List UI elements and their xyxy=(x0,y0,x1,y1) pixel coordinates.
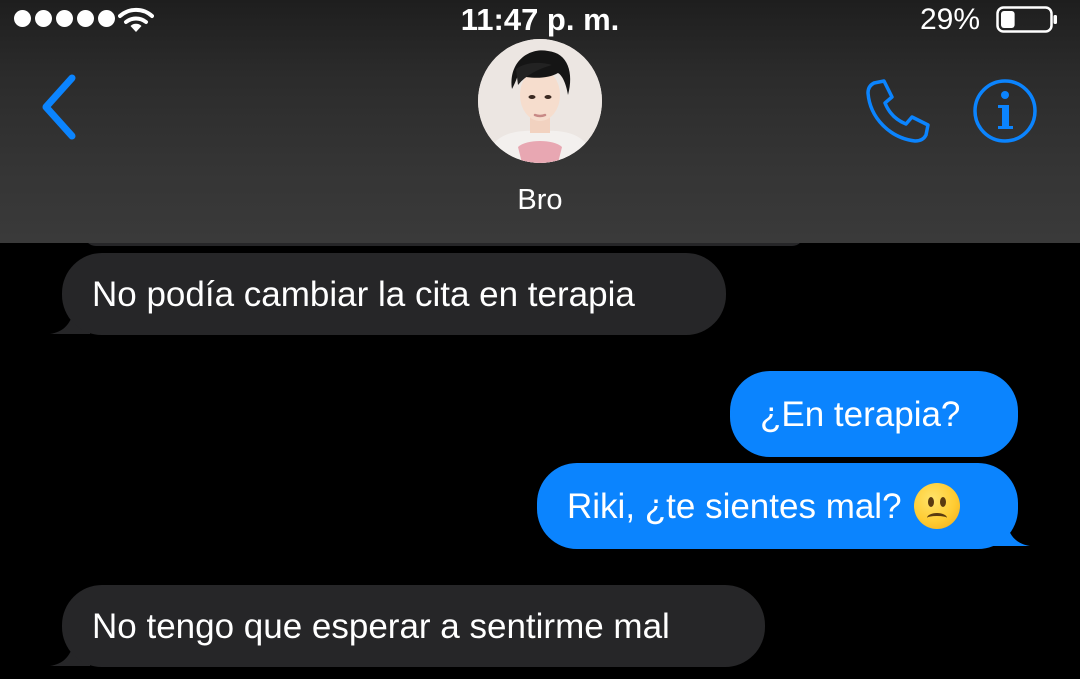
message-text: No tengo que esperar a sentirme mal xyxy=(92,606,670,646)
back-button[interactable] xyxy=(30,68,90,146)
slightly-frowning-face-icon xyxy=(913,483,960,529)
contact-name[interactable]: Bro xyxy=(0,184,1080,217)
info-button[interactable] xyxy=(972,78,1038,144)
call-button[interactable] xyxy=(860,75,932,147)
incoming-message[interactable]: No tengo que esperar a sentirme mal xyxy=(62,585,765,667)
message-text: No podía cambiar la cita en terapia xyxy=(92,274,635,314)
status-time: 11:47 p. m. xyxy=(460,2,620,37)
contact-avatar[interactable] xyxy=(478,39,602,163)
status-bar: 11:47 p. m. 29% xyxy=(0,0,1080,40)
phone-icon xyxy=(866,79,930,143)
chevron-left-icon xyxy=(42,74,76,140)
outgoing-message[interactable]: Riki, ¿te sientes mal? xyxy=(537,463,1018,549)
info-icon xyxy=(973,79,1037,143)
incoming-message[interactable]: No podía cambiar la cita en terapia xyxy=(62,253,726,335)
messages-screen: 11:47 p. m. 29% Bro No podía cambiar la … xyxy=(0,0,1080,679)
contact-photo xyxy=(478,39,602,163)
message-text: Riki, ¿te sientes mal? xyxy=(567,486,902,526)
battery-percentage: 29% xyxy=(920,3,981,36)
battery-icon xyxy=(996,6,1057,33)
message-text: ¿En terapia? xyxy=(760,394,961,434)
outgoing-message[interactable]: ¿En terapia? xyxy=(730,371,1018,457)
conversation-header: 11:47 p. m. 29% Bro xyxy=(0,0,1080,243)
